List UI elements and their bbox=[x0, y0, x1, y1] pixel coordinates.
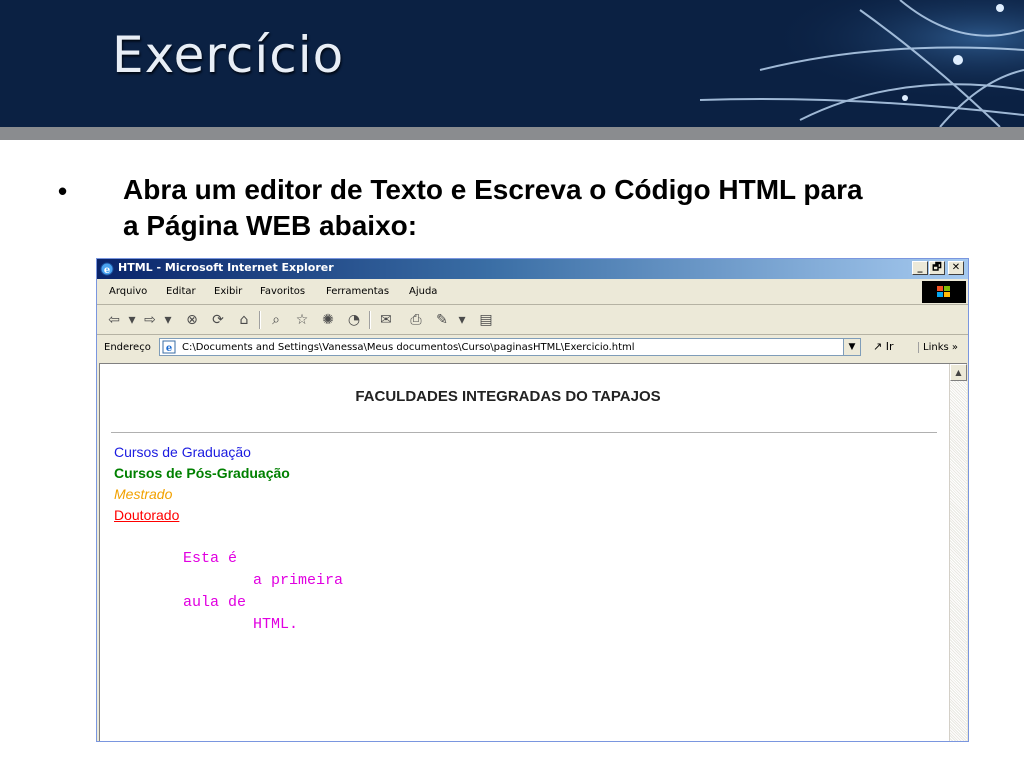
address-label: Endereço bbox=[104, 342, 151, 353]
favorites-icon[interactable]: ☆ bbox=[293, 311, 311, 329]
preformatted-line: aula de bbox=[183, 594, 247, 611]
window-titlebar[interactable]: e HTML - Microsoft Internet Explorer _ 🗗… bbox=[97, 259, 968, 279]
back-dropdown-icon[interactable]: ▾ bbox=[123, 311, 141, 329]
address-input[interactable]: e C:\Documents and Settings\Vanessa\Meus… bbox=[159, 338, 861, 356]
ie-logo-icon: e bbox=[100, 262, 114, 276]
page-viewport: FACULDADES INTEGRADAS DO TAPAJOS Cursos … bbox=[99, 363, 967, 741]
mail-icon[interactable]: ✉ bbox=[377, 311, 395, 329]
menu-exibir[interactable]: Exibir bbox=[214, 286, 242, 297]
stop-icon[interactable]: ⊗ bbox=[183, 311, 201, 329]
forward-arrow-icon[interactable]: ⇨ bbox=[141, 311, 159, 329]
link-mestrado[interactable]: Mestrado bbox=[114, 486, 172, 502]
discuss-icon[interactable]: ▤ bbox=[477, 311, 495, 329]
bullet-text: Abra um editor de Texto e Escreva o Códi… bbox=[123, 174, 863, 241]
preformatted-line: Esta é bbox=[183, 550, 238, 567]
go-label: Ir bbox=[885, 340, 894, 353]
ie-page-icon: e bbox=[162, 340, 176, 354]
edit-icon[interactable]: ✎ bbox=[433, 311, 451, 329]
page-heading: FACULDADES INTEGRADAS DO TAPAJOS bbox=[355, 388, 661, 405]
svg-text:e: e bbox=[166, 343, 172, 354]
menu-arquivo[interactable]: Arquivo bbox=[109, 286, 147, 297]
media-icon[interactable]: ✺ bbox=[319, 311, 337, 329]
home-icon[interactable]: ⌂ bbox=[235, 311, 253, 329]
links-button[interactable]: Links » bbox=[918, 342, 958, 353]
go-arrow-icon: ↗ bbox=[873, 340, 883, 353]
link-doutorado[interactable]: Doutorado bbox=[114, 507, 179, 523]
refresh-icon[interactable]: ⟳ bbox=[209, 311, 227, 329]
link-cursos-graduacao[interactable]: Cursos de Graduação bbox=[114, 444, 251, 460]
forward-dropdown-icon[interactable]: ▾ bbox=[159, 311, 177, 329]
menu-editar[interactable]: Editar bbox=[166, 286, 196, 297]
toolbar-separator bbox=[369, 311, 371, 329]
menu-ajuda[interactable]: Ajuda bbox=[409, 286, 437, 297]
close-button[interactable]: ✕ bbox=[948, 261, 964, 275]
menu-ferramentas[interactable]: Ferramentas bbox=[326, 286, 389, 297]
preformatted-line: HTML. bbox=[253, 616, 299, 633]
back-arrow-icon[interactable]: ⇦ bbox=[105, 311, 123, 329]
scroll-up-arrow-icon[interactable]: ▲ bbox=[950, 364, 967, 381]
preformatted-line: a primeira bbox=[253, 572, 344, 589]
address-bar: Endereço e C:\Documents and Settings\Van… bbox=[97, 336, 968, 359]
print-icon[interactable]: ⎙ bbox=[407, 311, 425, 329]
svg-text:e: e bbox=[104, 265, 110, 276]
window-title: HTML - Microsoft Internet Explorer bbox=[118, 261, 334, 274]
windows-flag-icon bbox=[937, 286, 950, 297]
address-dropdown-icon[interactable]: ▼ bbox=[843, 339, 860, 355]
menu-favoritos[interactable]: Favoritos bbox=[260, 286, 305, 297]
go-button[interactable]: ↗ Ir bbox=[873, 340, 894, 353]
slide-header: Exercício bbox=[0, 0, 1024, 127]
windows-logo-throbber bbox=[922, 281, 966, 303]
minimize-button[interactable]: _ bbox=[912, 261, 928, 275]
header-divider-bar bbox=[0, 127, 1024, 140]
vertical-scrollbar[interactable]: ▲ bbox=[949, 364, 967, 741]
edit-dropdown-icon[interactable]: ▾ bbox=[453, 311, 471, 329]
restore-button[interactable]: 🗗 bbox=[929, 261, 945, 275]
browser-window: e HTML - Microsoft Internet Explorer _ 🗗… bbox=[96, 258, 969, 742]
search-icon[interactable]: ⌕ bbox=[267, 311, 285, 329]
link-cursos-pos-graduacao[interactable]: Cursos de Pós-Graduação bbox=[114, 465, 290, 481]
toolbar-separator bbox=[259, 311, 261, 329]
bullet-marker: • bbox=[58, 176, 68, 206]
menu-bar: Arquivo Editar Exibir Favoritos Ferramen… bbox=[97, 280, 968, 305]
slide-title: Exercício bbox=[112, 26, 345, 84]
horizontal-rule bbox=[111, 432, 937, 433]
standard-toolbar: ⇦ ▾ ⇨ ▾ ⊗ ⟳ ⌂ ⌕ ☆ ✺ ◔ ✉ ⎙ ✎ ▾ ▤ bbox=[97, 306, 968, 335]
address-value: C:\Documents and Settings\Vanessa\Meus d… bbox=[182, 342, 635, 353]
history-icon[interactable]: ◔ bbox=[345, 311, 363, 329]
